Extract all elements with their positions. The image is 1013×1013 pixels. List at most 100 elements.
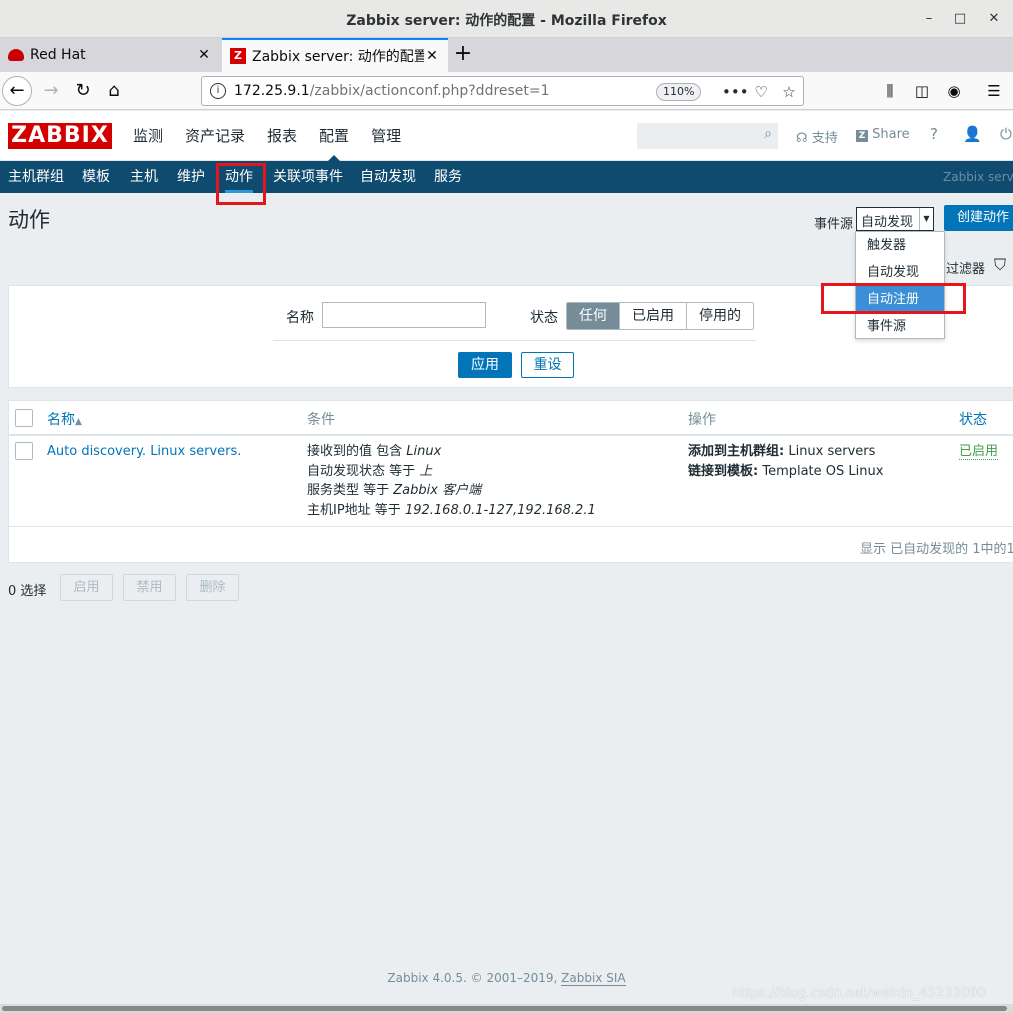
subnav-actions[interactable]: 动作 <box>225 161 253 193</box>
share-z-icon: Z <box>856 130 868 142</box>
filter-name-input[interactable] <box>322 302 486 328</box>
info-icon[interactable]: i <box>210 83 226 99</box>
condition-text: 主机IP地址 等于 <box>307 502 405 518</box>
footer-company-link[interactable]: Zabbix SIA <box>561 971 626 986</box>
filter-divider <box>273 340 756 341</box>
filter-status-label: 状态 <box>530 310 558 326</box>
window-titlebar: Zabbix server: 动作的配置 - Mozilla Firefox –… <box>0 0 1013 38</box>
mass-delete-button[interactable]: 删除 <box>186 574 239 601</box>
minimize-icon[interactable]: – <box>918 8 940 30</box>
option-auto-registration[interactable]: 自动注册 <box>856 286 944 313</box>
bookmark-star-icon[interactable]: ☆ <box>778 81 800 103</box>
status-any[interactable]: 任何 <box>567 303 620 329</box>
create-action-button[interactable]: 创建动作 <box>944 205 1013 231</box>
footer-text: Zabbix 4.0.5. © 2001–2019, <box>387 971 562 985</box>
library-icon[interactable]: ⫼ <box>878 80 902 102</box>
event-source-label: 事件源 <box>814 217 854 232</box>
action-name-link[interactable]: Auto discovery. Linux servers. <box>47 442 241 462</box>
tab-zabbix[interactable]: Z Zabbix server: 动作的配置 ✕ <box>222 38 448 72</box>
filter-tab[interactable]: 过滤器 <box>946 258 985 277</box>
event-source-select[interactable]: 自动发现 ▼ <box>856 207 934 231</box>
header-name[interactable]: 名称▲ <box>47 409 82 429</box>
url-host: 172.25.9.1 <box>234 83 310 99</box>
support-link[interactable]: ☊ 支持 <box>796 127 838 146</box>
header-conditions: 条件 <box>307 412 335 428</box>
tab-close-icon[interactable]: ✕ <box>196 47 212 63</box>
header-status[interactable]: 状态 <box>959 409 987 429</box>
zoom-level[interactable]: 110% <box>656 83 702 101</box>
actions-table: 名称▲ 条件 操作 状态 Auto discovery. Linux serve… <box>8 400 1013 563</box>
menu-reports[interactable]: 报表 <box>256 111 308 161</box>
new-tab-button[interactable]: + <box>452 40 474 70</box>
reload-button[interactable]: ↻ <box>68 76 98 106</box>
subnav-discovery[interactable]: 自动发现 <box>360 161 416 193</box>
main-menu: 监测 资产记录 报表 配置 管理 <box>122 111 412 162</box>
selected-count: 0 选择 <box>8 584 47 599</box>
pocket-icon[interactable]: ♡ <box>750 81 772 103</box>
operation-value: Template OS Linux <box>758 463 884 479</box>
row-checkbox[interactable] <box>15 442 33 460</box>
header-divider <box>9 434 1013 436</box>
option-discovery[interactable]: 自动发现 <box>856 259 944 286</box>
account-icon[interactable]: ◉ <box>942 80 966 102</box>
menu-inventory[interactable]: 资产记录 <box>174 111 256 161</box>
url-path: /zabbix/actionconf.php?ddreset=1 <box>309 83 550 99</box>
option-internal[interactable]: 事件源 <box>856 313 944 340</box>
subnav-maintenance[interactable]: 维护 <box>177 161 205 193</box>
logout-icon[interactable]: ⏻ <box>1000 125 1012 143</box>
subnav-hosts[interactable]: 主机 <box>130 161 158 193</box>
tab-redhat[interactable]: Red Hat ✕ <box>0 38 220 72</box>
nav-toolbar: ← → ↻ ⌂ i 172.25.9.1/zabbix/actionconf.p… <box>0 72 1013 110</box>
help-icon[interactable]: ? <box>930 125 938 143</box>
page-actions-icon[interactable]: ••• <box>722 81 749 103</box>
mass-disable-button[interactable]: 禁用 <box>123 574 176 601</box>
event-source-value: 自动发现 <box>861 215 914 230</box>
horizontal-scrollbar[interactable] <box>0 1004 1013 1013</box>
hamburger-menu-icon[interactable]: ☰ <box>982 80 1006 102</box>
status-enabled[interactable]: 已启用 <box>620 303 687 329</box>
apply-button[interactable]: 应用 <box>458 352 512 378</box>
header-operations: 操作 <box>688 412 716 428</box>
url-text[interactable]: 172.25.9.1/zabbix/actionconf.php?ddreset… <box>234 83 550 99</box>
reset-button[interactable]: 重设 <box>521 352 574 378</box>
tab-close-icon[interactable]: ✕ <box>424 48 440 64</box>
zabbix-logo[interactable]: ZABBIX <box>8 123 112 149</box>
tab-label: Red Hat <box>30 47 86 63</box>
user-profile-icon[interactable]: 👤 <box>963 125 982 143</box>
menu-monitoring[interactable]: 监测 <box>122 111 174 161</box>
url-bar[interactable]: i 172.25.9.1/zabbix/actionconf.php?ddres… <box>201 76 804 106</box>
filter-funnel-icon[interactable]: ⛉ <box>994 255 1006 275</box>
global-search-input[interactable]: ⌕ <box>637 123 778 149</box>
status-enabled-link[interactable]: 已启用 <box>959 444 999 460</box>
subnav-templates[interactable]: 模板 <box>82 161 110 193</box>
option-triggers[interactable]: 触发器 <box>856 232 944 259</box>
menu-administration[interactable]: 管理 <box>360 111 412 161</box>
condition-line: 主机IP地址 等于 192.168.0.1-127,192.168.2.1 <box>307 501 596 521</box>
back-button[interactable]: ← <box>2 76 32 106</box>
status-disabled[interactable]: 停用的 <box>687 303 753 329</box>
mass-enable-button[interactable]: 启用 <box>60 574 113 601</box>
subnav-services[interactable]: 服务 <box>434 161 462 193</box>
subnav-event-correlation[interactable]: 关联项事件 <box>273 161 343 193</box>
conditions-cell: 接收到的值 包含 Linux 自动发现状态 等于 上 服务类型 等于 Zabbi… <box>307 442 596 520</box>
search-icon[interactable]: ⌕ <box>764 126 772 142</box>
zabbix-header: ZABBIX 监测 资产记录 报表 配置 管理 ⌕ ☊ 支持 Z Share ?… <box>0 111 1013 162</box>
menu-configuration[interactable]: 配置 <box>308 111 360 162</box>
page-footer: Zabbix 4.0.5. © 2001–2019, Zabbix SIA <box>0 971 1013 986</box>
sidebar-icon[interactable]: ◫ <box>910 80 934 102</box>
condition-text: 接收到的值 包含 <box>307 444 407 459</box>
condition-text: 服务类型 等于 <box>307 483 394 498</box>
scrollbar-thumb[interactable] <box>2 1006 1007 1011</box>
select-all-checkbox[interactable] <box>15 409 33 427</box>
share-link[interactable]: Z Share <box>856 127 910 142</box>
forward-button[interactable]: → <box>36 76 66 106</box>
headset-icon: ☊ <box>796 131 808 146</box>
row-divider <box>9 526 1013 527</box>
sort-asc-icon: ▲ <box>75 417 82 427</box>
close-window-icon[interactable]: ✕ <box>983 8 1005 30</box>
home-button[interactable]: ⌂ <box>99 76 129 106</box>
subnav-host-groups[interactable]: 主机群组 <box>8 161 64 193</box>
filter-name-label: 名称 <box>286 310 314 326</box>
condition-text: 自动发现状态 等于 <box>307 463 420 479</box>
maximize-icon[interactable]: □ <box>949 8 971 30</box>
